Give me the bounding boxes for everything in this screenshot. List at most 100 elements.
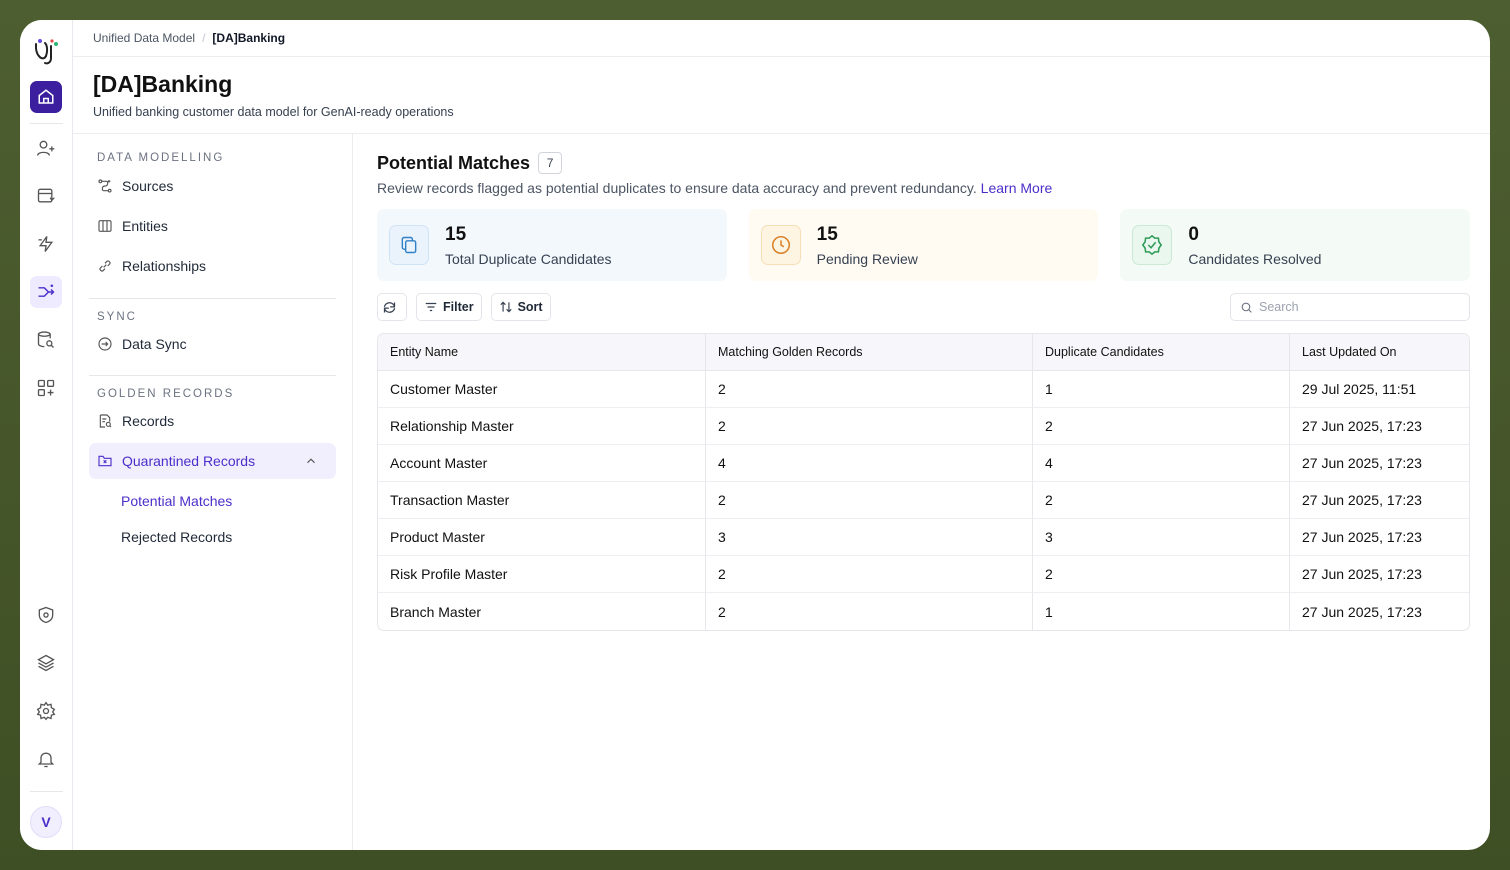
breadcrumb-parent-link[interactable]: Unified Data Model bbox=[93, 31, 195, 45]
gear-icon bbox=[36, 701, 56, 721]
stat-label: Pending Review bbox=[816, 250, 918, 267]
database-search-icon bbox=[37, 331, 54, 348]
side-navigation: DATA MODELLING Sources Entities Relation… bbox=[73, 134, 353, 850]
user-sparkle-icon bbox=[37, 140, 55, 156]
merge-nav-button[interactable] bbox=[30, 276, 62, 308]
refresh-button[interactable] bbox=[377, 293, 407, 321]
cell-matching-golden-records: 2 bbox=[706, 556, 1033, 593]
refresh-icon bbox=[383, 301, 396, 313]
nav-subitem-rejected-records[interactable]: Rejected Records bbox=[89, 519, 336, 555]
section-title: Potential Matches bbox=[377, 152, 531, 173]
records-icon bbox=[99, 414, 112, 428]
main-content: Potential Matches 7 Review records flagg… bbox=[353, 134, 1490, 850]
folder-x-icon bbox=[98, 455, 112, 467]
copy-icon bbox=[401, 236, 417, 254]
chevron-up-icon[interactable] bbox=[304, 454, 318, 468]
potential-matches-table: Entity Name Matching Golden Records Dupl… bbox=[377, 333, 1470, 631]
nav-item-label: Data Sync bbox=[122, 336, 187, 352]
notifications-nav-button[interactable] bbox=[30, 743, 62, 775]
nav-item-label: Relationships bbox=[122, 258, 207, 274]
section-title-row: Potential Matches 7 bbox=[377, 152, 1470, 174]
nav-item-entities[interactable]: Entities bbox=[89, 208, 336, 244]
layers-icon bbox=[37, 654, 55, 672]
layers-nav-button[interactable] bbox=[30, 647, 62, 679]
table-row[interactable]: Risk Profile Master 2 2 27 Jun 2025, 17:… bbox=[378, 556, 1469, 593]
cell-duplicate-candidates: 1 bbox=[1033, 593, 1290, 630]
column-header-matching-golden-records[interactable]: Matching Golden Records bbox=[706, 334, 1033, 371]
icon-rail: V bbox=[20, 20, 73, 850]
column-header-last-updated[interactable]: Last Updated On bbox=[1290, 334, 1469, 371]
nav-item-records[interactable]: Records bbox=[89, 403, 336, 439]
lightning-icon bbox=[38, 236, 54, 252]
automation-nav-button[interactable] bbox=[30, 228, 62, 260]
cell-entity-name: Branch Master bbox=[378, 593, 706, 630]
stat-value: 15 bbox=[816, 223, 838, 245]
entities-icon bbox=[98, 220, 112, 232]
database-sparkle-icon bbox=[37, 188, 55, 203]
stat-value: 0 bbox=[1188, 223, 1199, 245]
cell-last-updated: 27 Jun 2025, 17:23 bbox=[1290, 556, 1469, 593]
cell-last-updated: 27 Jun 2025, 17:23 bbox=[1290, 519, 1469, 556]
nav-item-sources[interactable]: Sources bbox=[89, 168, 336, 204]
nav-subitem-potential-matches[interactable]: Potential Matches bbox=[89, 483, 336, 519]
section-description: Review records flagged as potential dupl… bbox=[377, 180, 1470, 196]
apps-grid-icon bbox=[37, 379, 55, 397]
sources-icon bbox=[98, 179, 112, 193]
cell-last-updated: 27 Jun 2025, 17:23 bbox=[1290, 482, 1469, 519]
cell-entity-name: Account Master bbox=[378, 445, 706, 482]
cell-entity-name: Relationship Master bbox=[378, 408, 706, 445]
description-text: Review records flagged as potential dupl… bbox=[377, 180, 977, 196]
cell-matching-golden-records: 2 bbox=[706, 408, 1033, 445]
cell-matching-golden-records: 2 bbox=[706, 371, 1033, 408]
badge-check-icon bbox=[1142, 234, 1163, 256]
settings-nav-button[interactable] bbox=[30, 695, 62, 727]
nav-item-label: Quarantined Records bbox=[122, 453, 256, 469]
page-title: [DA]Banking bbox=[93, 71, 233, 97]
filter-lines-icon bbox=[425, 302, 437, 312]
table-row[interactable]: Relationship Master 2 2 27 Jun 2025, 17:… bbox=[378, 408, 1469, 445]
cell-duplicate-candidates: 2 bbox=[1033, 556, 1290, 593]
table-row[interactable]: Transaction Master 2 2 27 Jun 2025, 17:2… bbox=[378, 482, 1469, 519]
home-button[interactable] bbox=[30, 81, 62, 113]
nav-item-quarantined-records[interactable]: Quarantined Records bbox=[89, 443, 336, 479]
table-row[interactable]: Account Master 4 4 27 Jun 2025, 17:23 bbox=[378, 445, 1469, 482]
nav-item-relationships[interactable]: Relationships bbox=[89, 248, 336, 284]
app-logo-icon[interactable] bbox=[31, 36, 61, 66]
stat-icon-wrapper bbox=[760, 225, 801, 265]
cell-entity-name: Transaction Master bbox=[378, 482, 706, 519]
search-icon bbox=[1241, 302, 1252, 313]
column-header-duplicate-candidates[interactable]: Duplicate Candidates bbox=[1033, 334, 1290, 371]
cell-last-updated: 27 Jun 2025, 17:23 bbox=[1290, 408, 1469, 445]
stat-card-pending: 15 Pending Review bbox=[748, 209, 1099, 281]
apps-nav-button[interactable] bbox=[30, 372, 62, 404]
nav-item-label: Entities bbox=[122, 218, 168, 234]
table-row[interactable]: Customer Master 2 1 29 Jul 2025, 11:51 bbox=[378, 371, 1469, 408]
cell-matching-golden-records: 2 bbox=[706, 593, 1033, 630]
filter-button[interactable]: Filter bbox=[416, 293, 482, 321]
security-nav-button[interactable] bbox=[30, 599, 62, 631]
column-header-entity-name[interactable]: Entity Name bbox=[378, 334, 706, 371]
sort-arrows-icon bbox=[499, 301, 512, 313]
cell-last-updated: 27 Jun 2025, 17:23 bbox=[1302, 603, 1422, 620]
page-header: [DA]Banking Unified banking customer dat… bbox=[73, 57, 1490, 134]
section-heading-golden-records: GOLDEN RECORDS bbox=[97, 388, 235, 400]
table-row[interactable]: Branch Master 2 1 27 Jun 2025, 17:23 bbox=[378, 593, 1469, 630]
shield-gear-icon bbox=[38, 606, 54, 624]
data-nav-button[interactable] bbox=[30, 180, 62, 212]
cell-matching-golden-records: 3 bbox=[706, 519, 1033, 556]
nav-item-data-sync[interactable]: Data Sync bbox=[89, 326, 336, 362]
stat-label: Total Duplicate Candidates bbox=[445, 250, 612, 267]
sort-button[interactable]: Sort bbox=[490, 293, 551, 321]
stats-row: 15 Total Duplicate Candidates 15 Pending… bbox=[377, 209, 1471, 281]
breadcrumb: Unified Data Model / [DA]Banking bbox=[73, 20, 1490, 57]
section-heading-data-modelling: DATA MODELLING bbox=[97, 152, 225, 164]
stat-label: Candidates Resolved bbox=[1188, 250, 1322, 267]
table-row[interactable]: Product Master 3 3 27 Jun 2025, 17:23 bbox=[378, 519, 1469, 556]
stat-icon-wrapper bbox=[1132, 225, 1173, 265]
link-icon bbox=[99, 260, 111, 272]
search-input[interactable] bbox=[1259, 300, 1459, 314]
data-search-nav-button[interactable] bbox=[30, 324, 62, 356]
users-nav-button[interactable] bbox=[30, 132, 62, 164]
learn-more-link[interactable]: Learn More bbox=[981, 180, 1053, 196]
avatar[interactable]: V bbox=[30, 806, 62, 838]
